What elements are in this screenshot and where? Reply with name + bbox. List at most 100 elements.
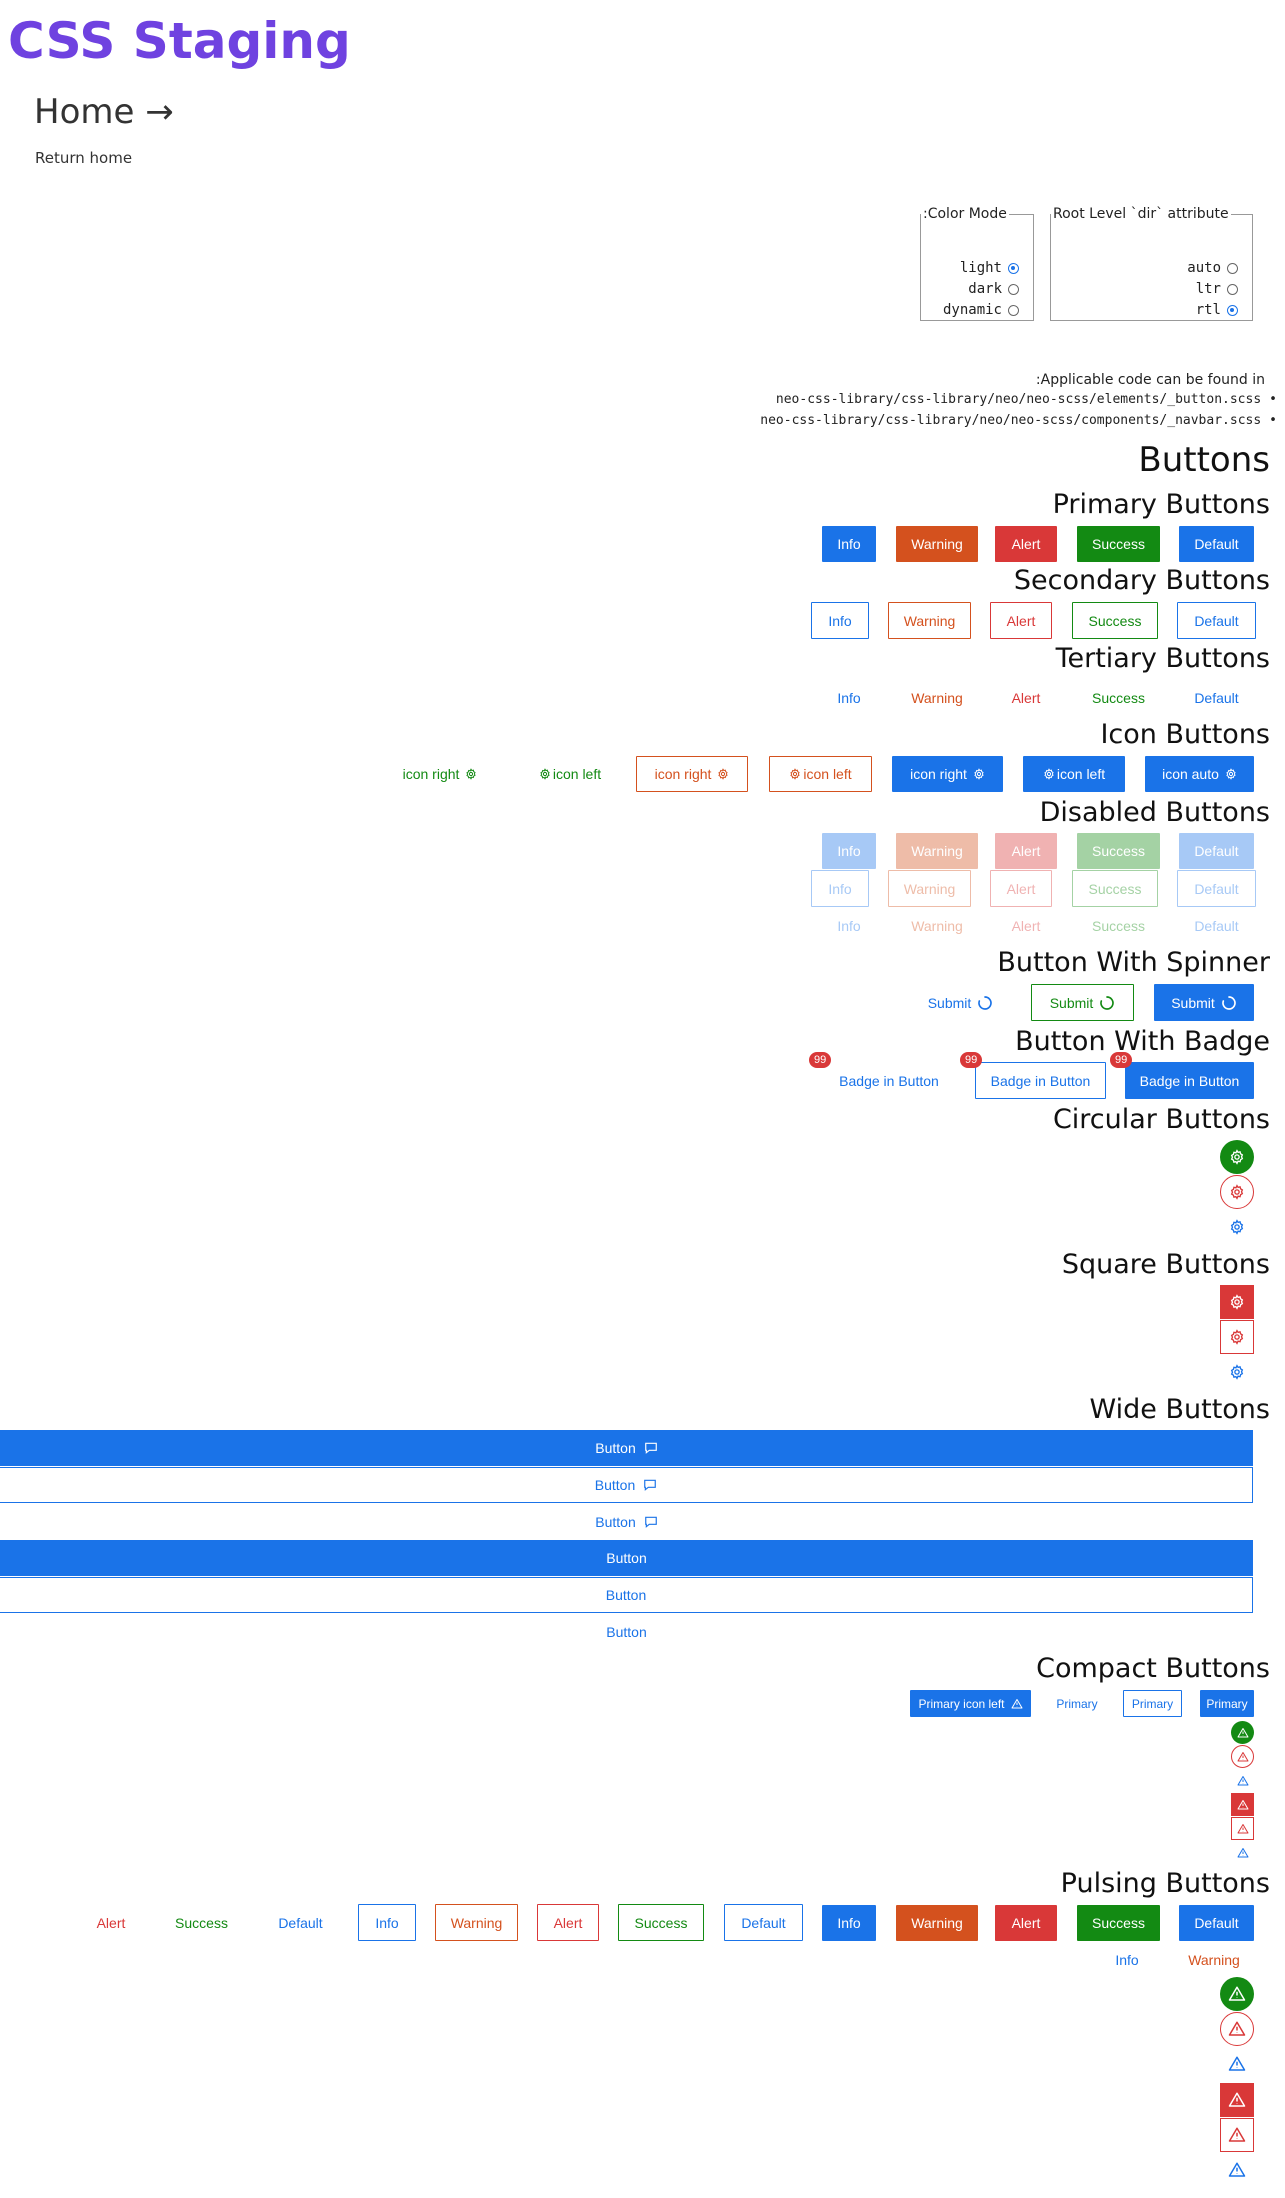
compact-primary-circular-button[interactable] [1231, 1721, 1254, 1744]
pulsing-tertiary-alert-button[interactable]: Alert [80, 1905, 142, 1941]
tertiary-info-button[interactable]: Info [822, 680, 876, 716]
secondary-icon-left-button[interactable]: icon left [769, 756, 872, 792]
pulsing-secondary-success-button[interactable]: Success [618, 1904, 704, 1941]
compact-primary-button[interactable]: Primary [1200, 1690, 1254, 1717]
primary-icon-auto-button[interactable]: icon auto [1145, 756, 1254, 792]
tertiary-warning-button[interactable]: Warning [896, 680, 978, 716]
radio-circle[interactable] [1227, 304, 1238, 316]
pulsing-tertiary-default-button[interactable]: Default [263, 1905, 338, 1941]
compact-tertiary-square-button[interactable] [1231, 1841, 1254, 1864]
radio-light[interactable]: light [960, 259, 1019, 277]
primary-square-button[interactable] [1220, 1285, 1254, 1319]
radio-dynamic[interactable]: dynamic [943, 301, 1019, 319]
compact-tertiary-circular-button[interactable] [1231, 1769, 1254, 1792]
pulsing-primary-default-button[interactable]: Default [1179, 1905, 1254, 1941]
compact-tertiary-button[interactable]: Primary [1051, 1690, 1103, 1717]
tertiary-icon-right-button[interactable]: icon right [395, 756, 485, 792]
pulsing-tertiary-info-button[interactable]: Info [1100, 1942, 1154, 1978]
disabled-tertiary-warning-button: Warning [911, 918, 963, 934]
warning-triangle-icon [1237, 1751, 1248, 1761]
pulsing-secondary-info-button[interactable]: Info [358, 1904, 416, 1941]
pulsing-tertiary-warning-button[interactable]: Warning [1173, 1942, 1255, 1978]
secondary-icon-right-button[interactable]: icon right [636, 756, 748, 792]
radio-auto[interactable]: auto [1187, 259, 1238, 277]
tertiary-spinner-button[interactable]: Submit [918, 984, 1003, 1021]
wide-buttons-heading: Wide Buttons [1089, 1394, 1270, 1425]
secondary-alert-button[interactable]: Alert [990, 602, 1052, 639]
circular-buttons-heading: Circular Buttons [1052, 1104, 1270, 1135]
secondary-default-button[interactable]: Default [1177, 602, 1256, 639]
primary-spinner-button[interactable]: Submit [1154, 984, 1254, 1021]
primary-circular-button[interactable] [1220, 1140, 1254, 1174]
primary-badge-button[interactable]: Badge in Button [1125, 1062, 1254, 1099]
pulsing-primary-success-button[interactable]: Success [1077, 1905, 1160, 1941]
pulsing-tertiary-square-button[interactable] [1220, 2153, 1254, 2187]
secondary-success-button[interactable]: Success [1072, 602, 1158, 639]
compact-primary-icon-left-button[interactable]: Primary icon left [910, 1690, 1031, 1717]
gear-icon [1226, 768, 1236, 780]
compact-secondary-circular-button[interactable] [1231, 1745, 1254, 1768]
warning-triangle-icon [1228, 2056, 1246, 2071]
home-link[interactable]: Home → [34, 92, 174, 132]
pulsing-primary-alert-button[interactable]: Alert [995, 1905, 1057, 1941]
tertiary-wide-button[interactable]: Button [0, 1504, 1253, 1540]
warning-triangle-icon [1228, 2092, 1246, 2107]
primary-wide-button[interactable]: Button [0, 1430, 1253, 1466]
primary-default-button[interactable]: Default [1179, 526, 1254, 562]
pulsing-primary-warning-button[interactable]: Warning [896, 1905, 978, 1941]
radio-circle[interactable] [1008, 262, 1019, 274]
radio-circle[interactable] [1227, 283, 1238, 295]
radio-circle[interactable] [1227, 262, 1238, 274]
primary-info-button[interactable]: Info [822, 526, 876, 562]
tertiary-success-button[interactable]: Success [1077, 680, 1160, 716]
return-home-link[interactable]: Return home [35, 148, 132, 168]
color-mode-legend: :Color Mode [923, 206, 1007, 222]
tertiary-wide-button-no-icon[interactable]: Button [0, 1614, 1253, 1650]
pulsing-secondary-alert-button[interactable]: Alert [537, 1904, 599, 1941]
tertiary-alert-button[interactable]: Alert [995, 680, 1057, 716]
disabled-secondary-default-button: Default [1177, 870, 1256, 907]
gear-icon [718, 768, 728, 780]
pulsing-primary-circular-button[interactable] [1220, 1977, 1254, 2011]
primary-warning-button[interactable]: Warning [896, 526, 978, 562]
compact-secondary-button[interactable]: Primary [1123, 1690, 1182, 1717]
pulsing-secondary-circular-button[interactable] [1220, 2012, 1254, 2046]
tertiary-default-button[interactable]: Default [1179, 680, 1254, 716]
square-buttons-heading: Square Buttons [1061, 1249, 1270, 1280]
secondary-square-button[interactable] [1220, 1320, 1254, 1354]
pulsing-tertiary-circular-button[interactable] [1220, 2047, 1254, 2081]
radio-ltr[interactable]: ltr [1196, 280, 1238, 298]
pulsing-primary-square-button[interactable] [1220, 2083, 1254, 2117]
radio-circle[interactable] [1008, 304, 1019, 316]
secondary-badge-button[interactable]: Badge in Button [975, 1062, 1106, 1099]
compact-primary-square-button[interactable] [1231, 1793, 1254, 1816]
primary-wide-button-no-icon[interactable]: Button [0, 1540, 1253, 1576]
tertiary-square-button[interactable] [1220, 1355, 1254, 1389]
compact-secondary-square-button[interactable] [1231, 1817, 1254, 1840]
warning-triangle-icon [1228, 1986, 1246, 2001]
primary-alert-button[interactable]: Alert [995, 526, 1057, 562]
primary-success-button[interactable]: Success [1077, 526, 1160, 562]
tertiary-badge-button[interactable]: Badge in Button [819, 1062, 959, 1099]
chat-icon [644, 1516, 657, 1528]
secondary-spinner-button[interactable]: Submit [1031, 984, 1134, 1021]
gear-icon [1230, 1329, 1244, 1345]
tertiary-buttons-heading: Tertiary Buttons [1055, 643, 1270, 674]
primary-icon-right-button[interactable]: icon right [892, 756, 1003, 792]
secondary-info-button[interactable]: Info [811, 602, 869, 639]
primary-icon-left-button[interactable]: icon left [1023, 756, 1125, 792]
secondary-circular-button[interactable] [1220, 1175, 1254, 1209]
pulsing-secondary-default-button[interactable]: Default [724, 1904, 803, 1941]
pulsing-tertiary-success-button[interactable]: Success [160, 1905, 243, 1941]
radio-rtl[interactable]: rtl [1196, 301, 1238, 319]
secondary-warning-button[interactable]: Warning [888, 602, 971, 639]
tertiary-icon-left-button[interactable]: icon left [532, 756, 608, 792]
radio-dark[interactable]: dark [968, 280, 1019, 298]
secondary-wide-button-no-icon[interactable]: Button [0, 1577, 1253, 1613]
tertiary-circular-button[interactable] [1220, 1210, 1254, 1244]
secondary-wide-button[interactable]: Button [0, 1467, 1253, 1503]
pulsing-secondary-square-button[interactable] [1220, 2118, 1254, 2152]
pulsing-primary-info-button[interactable]: Info [822, 1905, 876, 1941]
pulsing-secondary-warning-button[interactable]: Warning [435, 1904, 518, 1941]
radio-circle[interactable] [1008, 283, 1019, 295]
